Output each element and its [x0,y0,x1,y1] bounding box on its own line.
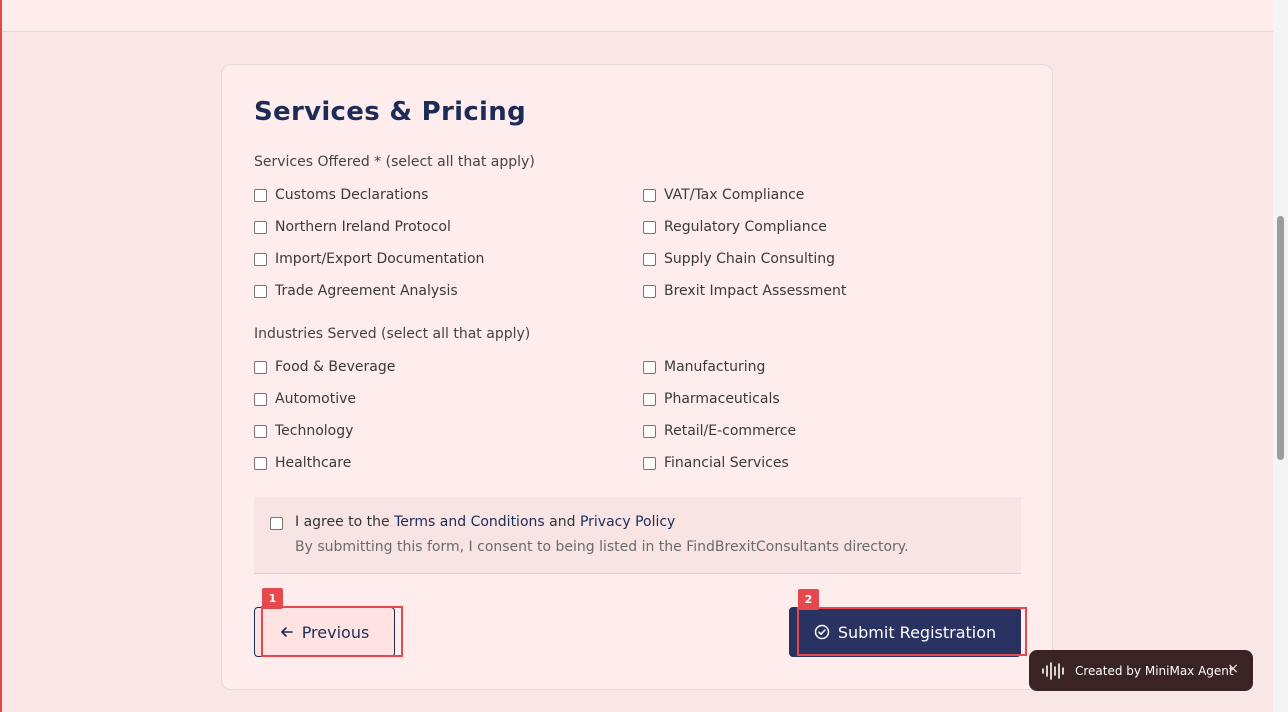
checkbox[interactable] [254,424,267,438]
left-accent-bar [0,0,2,712]
close-icon[interactable]: × [1227,661,1239,677]
industry-checkbox-pharmaceuticals[interactable]: Pharmaceuticals [643,389,780,409]
checkbox[interactable] [254,392,267,406]
terms-consent-box: I agree to the Terms and Conditions and … [254,497,1021,574]
checkbox[interactable] [643,456,656,470]
checkbox[interactable] [254,360,267,374]
checkbox[interactable] [254,220,267,234]
checkbox[interactable] [643,252,656,266]
terms-consent-text: I agree to the Terms and Conditions and … [295,514,676,530]
services-label: Services Offered * (select all that appl… [254,154,535,170]
arrow-left-icon [280,625,294,639]
waveform-logo-icon [1041,661,1067,681]
checkbox[interactable] [643,424,656,438]
submit-registration-button[interactable]: Submit Registration [789,607,1021,657]
top-header-bar [2,0,1273,32]
checkbox[interactable] [254,456,267,470]
checkbox[interactable] [643,220,656,234]
industries-label: Industries Served (select all that apply… [254,326,531,342]
industry-checkbox-financial-services[interactable]: Financial Services [643,453,789,473]
service-checkbox-trade-agreement-analysis[interactable]: Trade Agreement Analysis [254,281,458,301]
service-checkbox-northern-ireland-protocol[interactable]: Northern Ireland Protocol [254,217,451,237]
service-checkbox-brexit-impact-assessment[interactable]: Brexit Impact Assessment [643,281,846,301]
submit-marker: 2 [798,589,819,610]
service-checkbox-vat-tax-compliance[interactable]: VAT/Tax Compliance [643,185,804,205]
created-by-toast: Created by MiniMax Agent × [1029,650,1253,691]
industry-checkbox-automotive[interactable]: Automotive [254,389,356,409]
industry-checkbox-healthcare[interactable]: Healthcare [254,453,351,473]
terms-and-conditions-link[interactable]: Terms and Conditions [394,514,545,530]
section-title: Services & Pricing [254,97,526,127]
checkbox[interactable] [254,252,267,266]
previous-label: Previous [301,622,370,642]
checkbox[interactable] [643,188,656,202]
checkbox[interactable] [254,188,267,202]
industry-checkbox-food-beverage[interactable]: Food & Beverage [254,357,395,377]
checkbox[interactable] [643,360,656,374]
checkbox[interactable] [643,284,656,298]
previous-marker: 1 [262,588,283,609]
industry-checkbox-manufacturing[interactable]: Manufacturing [643,357,765,377]
privacy-policy-link[interactable]: Privacy Policy [580,514,675,530]
toast-text: Created by MiniMax Agent [1075,663,1234,678]
service-checkbox-regulatory-compliance[interactable]: Regulatory Compliance [643,217,827,237]
check-circle-icon [814,624,830,640]
service-checkbox-customs-declarations[interactable]: Customs Declarations [254,185,428,205]
service-checkbox-import-export-documentation[interactable]: Import/Export Documentation [254,249,484,269]
registration-form-card: Services & Pricing Services Offered * (s… [221,64,1053,690]
industry-checkbox-retail-ecommerce[interactable]: Retail/E-commerce [643,421,796,441]
previous-button[interactable]: Previous [254,607,395,657]
checkbox[interactable] [254,284,267,298]
submit-label: Submit Registration [837,622,997,642]
terms-checkbox[interactable] [270,517,283,530]
industry-checkbox-technology[interactable]: Technology [254,421,353,441]
consent-note: By submitting this form, I consent to be… [295,539,909,555]
scrollbar-thumb[interactable] [1277,216,1284,460]
checkbox[interactable] [643,392,656,406]
service-checkbox-supply-chain-consulting[interactable]: Supply Chain Consulting [643,249,835,269]
